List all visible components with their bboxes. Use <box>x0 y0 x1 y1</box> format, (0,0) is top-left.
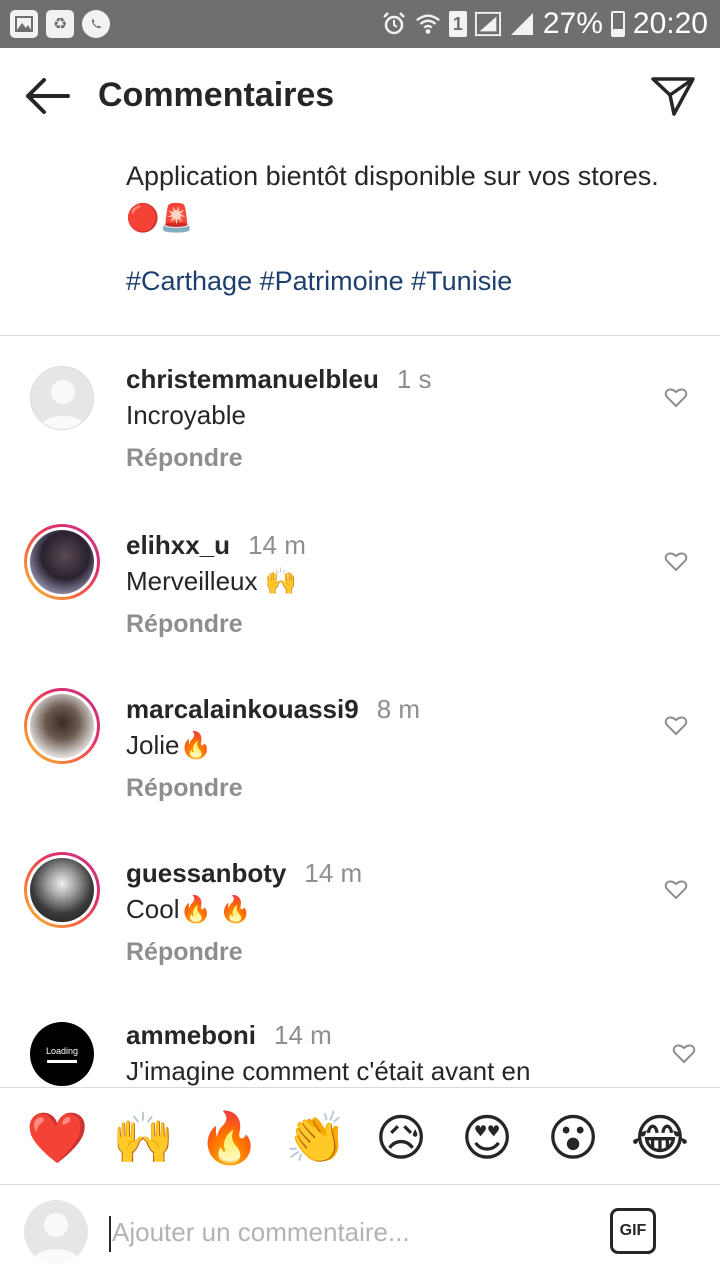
header: Commentaires <box>0 48 720 144</box>
battery-icon <box>610 11 625 37</box>
comment-item: elihxx_u 14 m Merveilleux 🙌 Répondre <box>0 520 720 670</box>
comment-text: J'imagine comment c'était avant en <box>126 1056 531 1086</box>
battery-percent: 27% <box>542 7 603 40</box>
reaction-fire-button[interactable]: 🔥 <box>198 1108 260 1168</box>
comment-item: christemmanuelbleu 1 s Incroyable Répondr… <box>0 336 720 486</box>
caption-text: Application bientôt disponible sur vos s… <box>126 161 659 191</box>
signal-icon <box>474 11 501 37</box>
whatsapp-icon <box>82 10 110 38</box>
comment-username[interactable]: ammeboni 14 m <box>126 1020 332 1051</box>
avatar <box>24 1200 88 1264</box>
comment-username[interactable]: guessanboty 14 m <box>126 858 362 889</box>
reaction-raised-hands-button[interactable]: 🙌 <box>112 1108 174 1168</box>
reaction-sad-button[interactable]: 😥 <box>371 1108 431 1168</box>
quick-reactions-bar: ❤️ 🙌 🔥 👏 😥 😍 😮 😂 <box>0 1087 720 1185</box>
avatar-loading-label: Loading <box>45 1045 79 1056</box>
heart-icon[interactable] <box>672 1042 696 1064</box>
sim-icon: 1 <box>448 11 467 37</box>
recycle-icon: ♻ <box>46 10 74 38</box>
text-cursor <box>109 1216 111 1252</box>
caption-emojis: 🔴🚨 <box>126 203 194 233</box>
reaction-clap-button[interactable]: 👏 <box>285 1108 347 1168</box>
paper-plane-icon[interactable] <box>650 74 696 118</box>
comment-text: Jolie🔥 <box>126 730 212 760</box>
post-caption: Application bientôt disponible sur vos s… <box>126 158 686 236</box>
gallery-icon <box>10 10 38 38</box>
avatar[interactable] <box>30 366 94 430</box>
comment-item: Loading ammeboni 14 m J'imagine comment c… <box>0 1012 720 1087</box>
comment-time: 1 s <box>396 364 432 394</box>
comment-username[interactable]: marcalainkouassi9 8 m <box>126 694 420 725</box>
reply-button[interactable]: Répondre <box>126 938 243 967</box>
status-bar: ♻ 1 27% 20:20 <box>0 0 720 48</box>
comment-text: Cool🔥 🔥 <box>126 894 252 924</box>
comment-time: 14 m <box>248 530 306 560</box>
comment-item: guessanboty 14 m Cool🔥 🔥 Répondre <box>0 848 720 998</box>
alarm-icon <box>381 11 407 37</box>
arrow-left-icon[interactable] <box>22 74 72 118</box>
reply-button[interactable]: Répondre <box>126 444 243 473</box>
heart-icon[interactable] <box>664 386 688 408</box>
comment-time: 8 m <box>376 694 421 724</box>
heart-icon[interactable] <box>664 714 688 736</box>
comment-username[interactable]: elihxx_u 14 m <box>126 530 306 561</box>
comment-time: 14 m <box>274 1020 332 1050</box>
reaction-heart-button[interactable]: ❤️ <box>26 1108 88 1168</box>
avatar[interactable] <box>24 852 100 928</box>
avatar[interactable] <box>24 688 100 764</box>
gif-button[interactable]: GIF <box>610 1208 656 1254</box>
heart-icon[interactable] <box>664 878 688 900</box>
comment-time: 14 m <box>304 858 363 888</box>
system-indicators: 1 27% 20:20 <box>381 6 708 42</box>
avatar[interactable]: Loading <box>30 1022 94 1086</box>
heart-icon[interactable] <box>664 550 688 572</box>
comment-text: Incroyable <box>126 400 246 430</box>
post-hashtags[interactable]: #Carthage #Patrimoine #Tunisie <box>126 266 512 297</box>
wifi-icon <box>415 11 441 37</box>
loading-bar <box>47 1059 77 1063</box>
page-title: Commentaires <box>98 76 335 114</box>
reaction-heart-eyes-button[interactable]: 😍 <box>457 1108 517 1168</box>
comment-username[interactable]: christemmanuelbleu 1 s <box>126 364 432 395</box>
comment-text: Merveilleux 🙌 <box>126 566 298 596</box>
comment-input[interactable] <box>112 1212 582 1252</box>
reaction-surprised-button[interactable]: 😮 <box>543 1108 603 1168</box>
reply-button[interactable]: Répondre <box>126 774 243 803</box>
comment-input-bar: GIF <box>0 1186 720 1280</box>
avatar[interactable] <box>24 524 100 600</box>
signal-icon <box>509 11 535 37</box>
reply-button[interactable]: Répondre <box>126 610 243 639</box>
clock: 20:20 <box>632 7 708 40</box>
notification-icons: ♻ <box>10 10 110 38</box>
reaction-laughing-button[interactable]: 😂 <box>630 1108 690 1168</box>
comment-item: marcalainkouassi9 8 m Jolie🔥 Répondre <box>0 684 720 834</box>
